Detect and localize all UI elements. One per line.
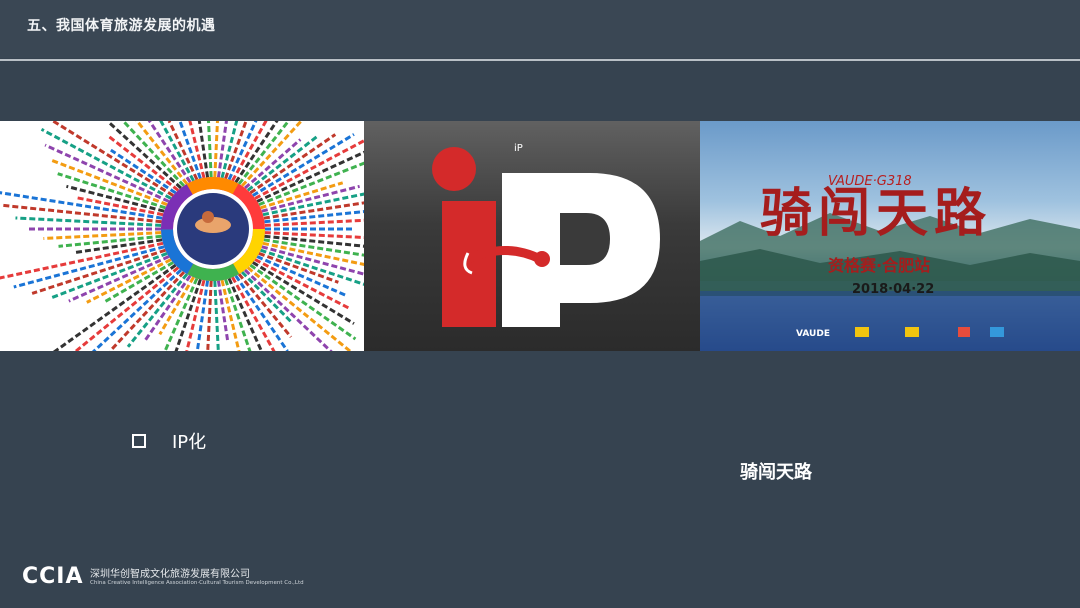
collage-ray [206, 280, 213, 351]
collage-ray [264, 231, 364, 239]
collage-ray [213, 280, 220, 351]
bullet-text: IP化 [172, 432, 207, 453]
brand-collage-graphic [0, 121, 364, 351]
collage-ray [264, 210, 364, 224]
collage-ray [258, 161, 364, 206]
collage-ray [57, 172, 166, 210]
collage-ray [0, 241, 164, 280]
title-divider [0, 59, 1080, 61]
poster-subheadline: 资格赛·合肥站 [828, 256, 930, 275]
collage-ray [264, 218, 364, 227]
collage-ray [234, 121, 279, 184]
slide-title: 五、我国体育旅游发展的机遇 [27, 18, 216, 34]
ip-letters: iP [514, 143, 523, 154]
poster-sponsor: VAUDE [796, 329, 830, 339]
collage-ray [256, 255, 346, 297]
bullet-item: IP化 [132, 428, 206, 454]
collage-ray [44, 143, 170, 203]
brand-collage-image [0, 121, 364, 351]
event-poster-graphic: VAUDE·G318 骑闯天路 资格赛·合肥站 2018·04·22 VAUDE [700, 174, 1080, 351]
ip-logo-graphic: iP [432, 143, 660, 327]
collage-ray [50, 121, 174, 197]
collage-ray [2, 203, 162, 224]
collage-ray [254, 139, 364, 200]
collage-ray [246, 266, 353, 351]
company-name-cn: 深圳华创智成文化旅游发展有限公司 [90, 569, 250, 580]
ccia-logo: CCIA [22, 564, 84, 589]
header-bar: 五、我国体育旅游发展的机遇 [0, 0, 1080, 58]
ip-logo-image: iP [364, 121, 700, 351]
square-bullet-icon [132, 434, 146, 448]
collage-ray [58, 234, 162, 248]
company-name-en: China Creative Intelligence Association·… [90, 580, 304, 586]
event-poster-image: VAUDE·G318 骑闯天路 资格赛·合肥站 2018·04·22 VAUDE [700, 121, 1080, 351]
collage-ray [73, 266, 180, 351]
collage-ray [52, 263, 177, 351]
poster-headline: 骑闯天路 [760, 184, 992, 244]
poster-caption: 骑闯天路 [740, 462, 812, 483]
collage-ray [213, 121, 219, 178]
poster-date: 2018·04·22 [852, 282, 934, 297]
collage-ray [206, 121, 213, 178]
